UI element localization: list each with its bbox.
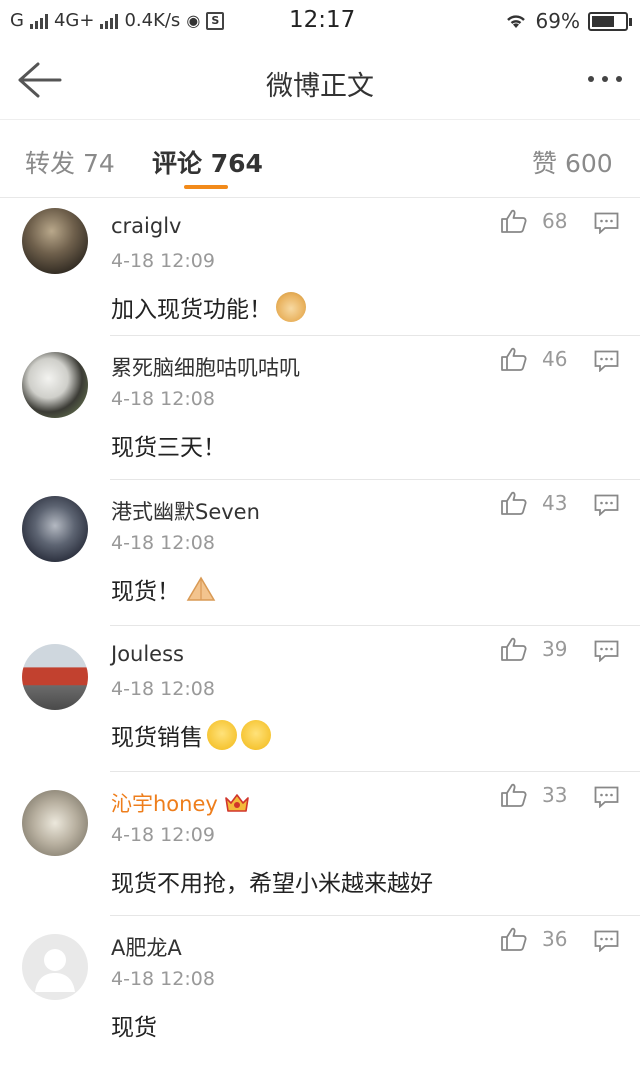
thumbs-up-icon [501,637,527,661]
thumbs-up-icon [501,783,527,807]
comment-text-content: 现货三天！ [111,435,226,461]
network-label: 4G+ [53,10,95,31]
status-time: 12:17 [289,7,356,33]
carrier-label: G [10,10,24,31]
vip-crown-badge-icon [225,794,249,812]
comment-text-content: 现货销售 [111,725,203,751]
like-count: 33 [542,783,568,807]
reply-comment-icon[interactable] [594,640,619,662]
like-button[interactable]: 43 [500,490,567,516]
like-count: 36 [542,927,568,951]
avatar[interactable] [22,644,88,710]
comment-timestamp: 4-18 12:08 [111,968,215,990]
comment-username[interactable]: 港式幽默Seven [111,496,260,526]
like-count: 39 [542,637,568,661]
like-count: 43 [542,491,568,515]
reply-comment-icon[interactable] [594,930,619,952]
signal-icon [29,13,48,29]
comment-username-text: 沁宇honey [111,792,218,816]
comment-timestamp: 4-18 12:09 [111,250,215,272]
tab-repost[interactable]: 转发 74 [25,144,115,180]
reply-comment-icon[interactable] [594,786,619,808]
like-count: 46 [542,347,568,371]
wifi-icon [506,15,525,28]
active-tab-indicator [184,185,228,189]
comment-text: 现货 [111,1008,157,1042]
thumbs-up-icon [501,927,527,951]
page-title: 微博正文 [266,71,374,102]
avatar[interactable] [22,934,88,1000]
like-button[interactable]: 36 [500,926,567,952]
comment-text-content: 加入现货功能！ [111,297,272,323]
like-button[interactable]: 68 [500,208,567,234]
comment-timestamp: 4-18 12:08 [111,678,215,700]
shush-emoji-icon [241,720,271,750]
comment-item: 港式幽默Seven 4-18 12:08 现货！ 43 [0,480,640,626]
comment-text-content: 现货不用抢，希望小米越来越好 [111,871,433,897]
avatar[interactable] [22,208,88,274]
avatar[interactable] [22,790,88,856]
s-app-icon: S [206,11,225,30]
status-left: G 4G+ 0.4K/s ◉ S [10,10,225,31]
doge-emoji-icon [276,292,306,322]
more-options-icon[interactable] [588,76,622,82]
comment-text: 加入现货功能！ [111,290,306,324]
comment-username[interactable]: A肥龙A [111,932,182,962]
status-bar: G 4G+ 0.4K/s ◉ S 12:17 69% [0,0,640,42]
like-button[interactable]: 39 [500,636,567,662]
pray-emoji-icon [186,576,216,601]
comment-text: 现货不用抢，希望小米越来越好 [111,864,433,898]
battery-percent: 69% [535,9,580,33]
thumbs-up-icon [501,347,527,371]
comment-item: 累死脑细胞咕叽咕叽 4-18 12:08 现货三天！ 46 [0,336,640,480]
nav-bar: 微博正文 [0,42,640,120]
signal-icon-2 [100,13,119,29]
tab-comments[interactable]: 评论 764 [152,144,263,180]
comment-text: 现货销售 [111,718,271,752]
network-speed: 0.4K/s [124,10,181,31]
default-user-icon [35,949,75,992]
avatar[interactable] [22,496,88,562]
comment-item: 沁宇honey 4-18 12:09 现货不用抢，希望小米越来越好 33 [0,772,640,916]
comment-item: A肥龙A 4-18 12:08 现货 36 [0,916,640,1060]
comment-username[interactable]: Jouless [111,642,184,666]
comment-text-content: 现货 [111,1015,157,1041]
comment-text: 现货三天！ [111,428,226,462]
comment-timestamp: 4-18 12:08 [111,388,215,410]
like-button[interactable]: 46 [500,346,567,372]
comment-item: Jouless 4-18 12:08 现货销售 39 [0,626,640,772]
tab-bar: 转发 74 评论 764 赞 600 [0,120,640,198]
comment-text-content: 现货！ [111,579,180,605]
reply-comment-icon[interactable] [594,494,619,516]
battery-icon [588,11,632,31]
comment-timestamp: 4-18 12:08 [111,532,215,554]
status-right: 69% [504,9,632,33]
comment-item: craiglv 4-18 12:09 加入现货功能！ 68 [0,198,640,336]
thumbs-up-icon [501,491,527,515]
weibo-icon: ◉ [186,11,201,30]
comment-username[interactable]: 累死脑细胞咕叽咕叽 [111,352,300,382]
comment-text: 现货！ [111,572,218,606]
comment-username[interactable]: 沁宇honey [111,788,250,818]
comment-username[interactable]: craiglv [111,214,181,238]
tab-likes[interactable]: 赞 600 [532,144,613,180]
avatar[interactable] [22,352,88,418]
like-button[interactable]: 33 [500,782,567,808]
like-count: 68 [542,209,568,233]
reply-comment-icon[interactable] [594,212,619,234]
reply-comment-icon[interactable] [594,350,619,372]
comment-timestamp: 4-18 12:09 [111,824,215,846]
shush-emoji-icon [207,720,237,750]
thumbs-up-icon [501,209,527,233]
